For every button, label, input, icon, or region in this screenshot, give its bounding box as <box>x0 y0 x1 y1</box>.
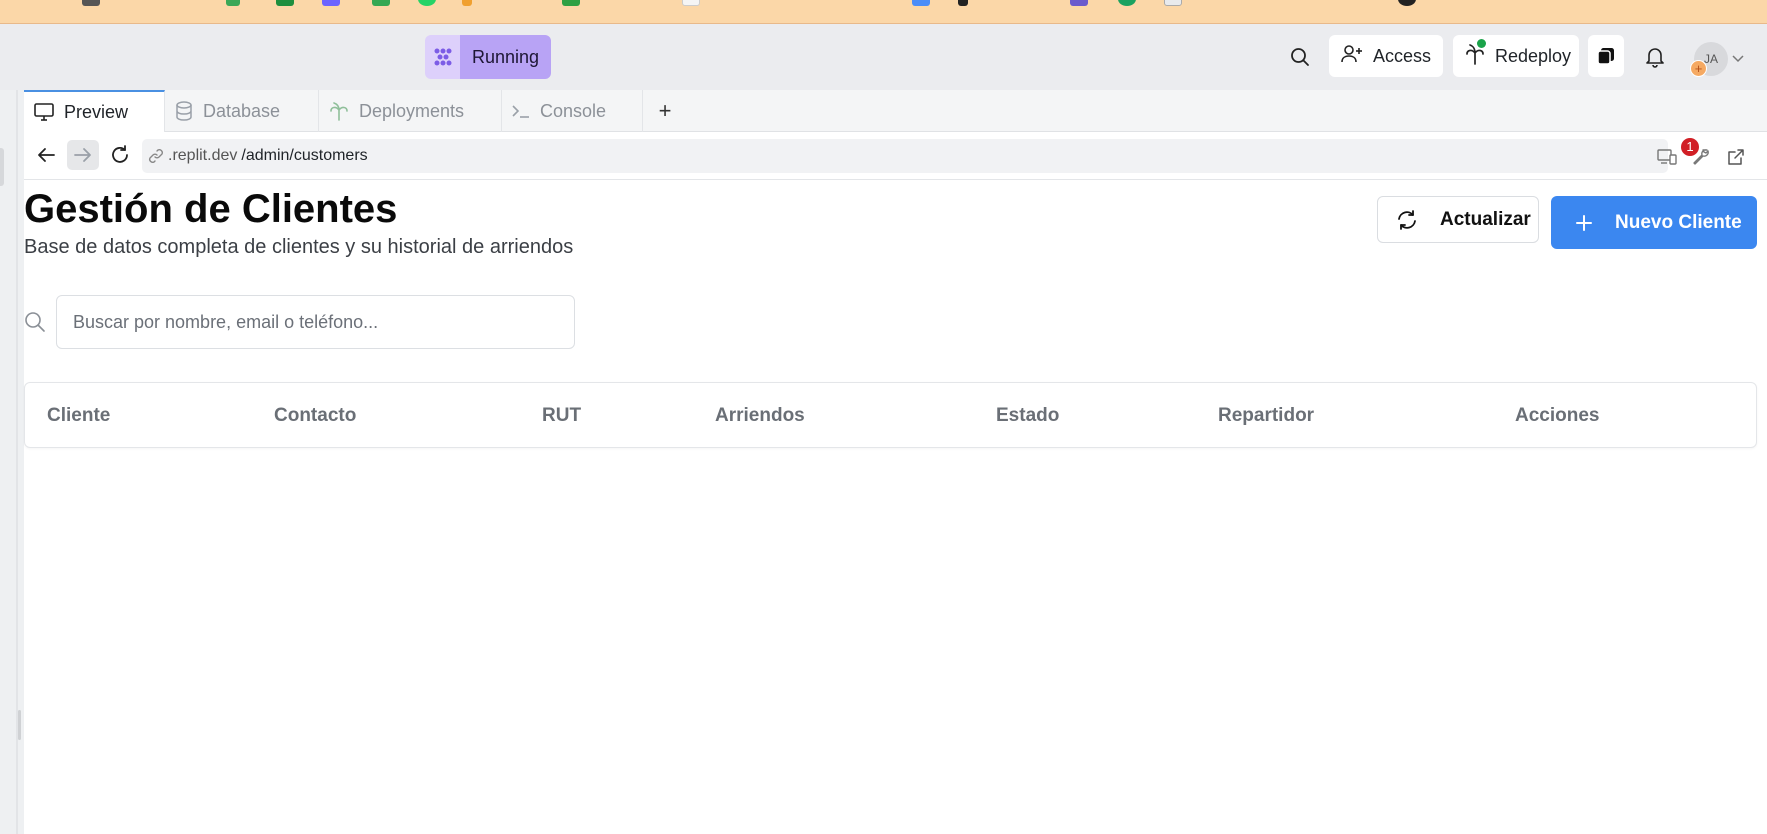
refresh-label: Actualizar <box>1440 208 1531 230</box>
new-customer-button[interactable]: Nuevo Cliente <box>1551 196 1757 249</box>
tab-console[interactable]: Console <box>502 90 643 132</box>
deployments-icon <box>330 102 348 121</box>
add-tab-button[interactable]: + <box>643 90 687 132</box>
url-path: /admin/customers <box>241 147 368 164</box>
search-icon <box>24 311 46 338</box>
bookmark-icon[interactable] <box>1398 0 1416 6</box>
tab-label: Deployments <box>359 100 465 121</box>
resize-handle[interactable] <box>18 710 21 740</box>
tab-label: Console <box>540 100 607 121</box>
tab-deployments[interactable]: Deployments <box>319 90 502 132</box>
run-status-label: Running <box>460 35 552 79</box>
access-button[interactable]: Access <box>1329 35 1444 77</box>
page-title: Gestión de Clientes <box>24 187 398 231</box>
open-new-tab-button[interactable] <box>1723 144 1749 170</box>
bookmark-icon[interactable] <box>1164 0 1182 6</box>
database-icon <box>176 101 192 121</box>
refresh-button[interactable]: Actualizar <box>1377 196 1539 243</box>
workspace-header: Running Access Redeploy JA + <box>0 24 1767 90</box>
replit-logo-icon <box>425 35 460 79</box>
search-input[interactable] <box>56 295 575 349</box>
bookmark-icon[interactable] <box>276 0 294 6</box>
redeploy-button[interactable]: Redeploy <box>1453 35 1580 77</box>
tab-label: Database <box>203 100 281 121</box>
bookmark-icon[interactable] <box>958 0 968 6</box>
preview-url-bar: .replit.dev/admin/customers 1 <box>24 132 1767 180</box>
bookmark-icon[interactable] <box>372 0 390 6</box>
plus-icon <box>1576 214 1592 231</box>
bookmark-icon[interactable] <box>1070 0 1088 6</box>
reload-icon <box>112 145 128 163</box>
link-icon <box>149 149 163 163</box>
pane-tabs: Preview Database Deployments Console + <box>24 90 1767 132</box>
forward-button[interactable] <box>67 140 99 170</box>
sidebar-handle[interactable] <box>0 148 4 186</box>
column-header[interactable]: Estado <box>996 405 1059 427</box>
url-field[interactable]: .replit.dev/admin/customers <box>142 139 1668 173</box>
bookmark-icon[interactable] <box>418 0 436 6</box>
avatar-badge: + <box>1690 60 1707 77</box>
copy-icon <box>1597 48 1614 65</box>
bookmark-icon[interactable] <box>462 0 472 6</box>
redeploy-label: Redeploy <box>1495 45 1572 66</box>
bookmark-icon[interactable] <box>1118 0 1136 6</box>
arrow-left-icon <box>38 148 55 162</box>
devices-button[interactable] <box>1654 144 1680 170</box>
arrow-right-icon <box>74 148 91 162</box>
column-header[interactable]: Cliente <box>47 405 110 427</box>
tab-label: Preview <box>64 101 129 122</box>
left-panel-gutter <box>0 90 24 834</box>
refresh-icon <box>1398 209 1416 230</box>
back-button[interactable] <box>30 140 62 170</box>
tab-database[interactable]: Database <box>165 90 319 132</box>
bookmark-icon[interactable] <box>682 0 700 6</box>
deploy-icon <box>1465 38 1486 70</box>
external-link-icon <box>1728 149 1744 165</box>
page-subtitle: Base de datos completa de clientes y su … <box>24 236 574 258</box>
tab-preview[interactable]: Preview <box>24 90 165 132</box>
column-header[interactable]: RUT <box>542 405 581 427</box>
bookmark-icon[interactable] <box>226 0 240 6</box>
column-header[interactable]: Acciones <box>1515 405 1599 427</box>
run-status-button[interactable]: Running <box>425 35 552 79</box>
reload-button[interactable] <box>104 140 136 170</box>
chevron-down-icon[interactable] <box>1731 52 1745 66</box>
bell-icon[interactable] <box>1643 45 1667 69</box>
new-customer-label: Nuevo Cliente <box>1615 211 1742 233</box>
customers-table: Cliente Contacto RUT Arriendos Estado Re… <box>24 382 1757 448</box>
deploy-menu-button[interactable] <box>1588 35 1624 77</box>
bookmark-icon[interactable] <box>562 0 580 6</box>
bookmark-icon[interactable] <box>322 0 340 6</box>
add-user-icon <box>1341 44 1363 69</box>
column-header[interactable]: Arriendos <box>715 405 805 427</box>
search-icon[interactable] <box>1288 45 1312 69</box>
devices-icon <box>1657 149 1677 165</box>
column-header[interactable]: Contacto <box>274 405 356 427</box>
url-domain: .replit.dev <box>168 147 238 164</box>
notification-badge: 1 <box>1681 138 1699 156</box>
bookmark-icon[interactable] <box>82 0 100 6</box>
column-header[interactable]: Repartidor <box>1218 405 1314 427</box>
status-dot-icon <box>1477 38 1486 48</box>
access-label: Access <box>1373 45 1432 66</box>
console-icon <box>512 105 529 118</box>
monitor-icon <box>34 103 54 121</box>
bookmark-icon[interactable] <box>912 0 930 6</box>
browser-bookmarks-bar <box>0 0 1767 24</box>
